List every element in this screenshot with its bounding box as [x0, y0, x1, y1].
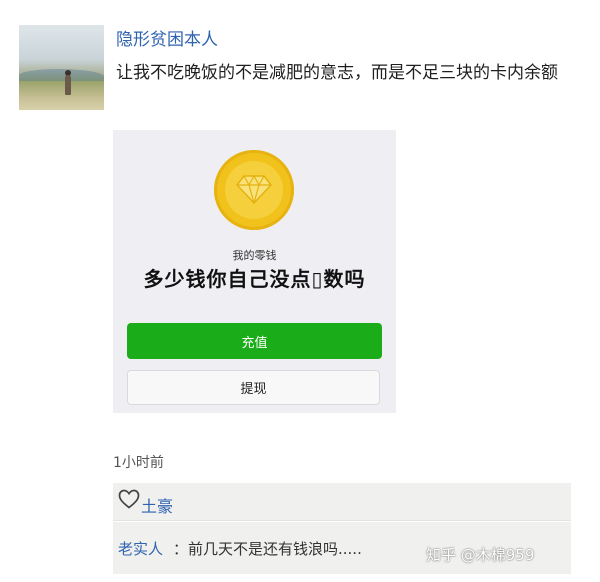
avatar[interactable]	[19, 25, 104, 110]
wallet-amount: 多少钱你自己没点▯数吗	[143, 267, 366, 291]
heart-icon[interactable]	[118, 489, 140, 509]
avatar-field	[19, 81, 104, 110]
post-author[interactable]: 隐形贫困本人	[116, 25, 218, 50]
liker-name[interactable]: 土豪	[141, 493, 173, 517]
post-image[interactable]: 我的零钱 多少钱你自己没点▯数吗 充值 提现	[113, 130, 396, 413]
like-bar: 土豪	[113, 483, 571, 521]
comment-text: ：前几天不是还有钱浪吗.....	[173, 540, 362, 558]
recharge-button[interactable]: 充值	[127, 323, 382, 359]
avatar-person	[65, 75, 71, 95]
withdraw-button[interactable]: 提现	[127, 370, 380, 405]
wallet-coin	[214, 150, 294, 230]
wallet-label: 我的零钱	[232, 249, 277, 262]
diamond-icon	[236, 174, 272, 204]
comment-author[interactable]: 老实人	[118, 538, 163, 559]
watermark: 知乎 @木棉959	[426, 546, 535, 564]
post-text: 让我不吃晚饭的不是减肥的意志，而是不足三块的卡内余额	[116, 63, 558, 83]
post-time: 1小时前	[113, 455, 164, 471]
